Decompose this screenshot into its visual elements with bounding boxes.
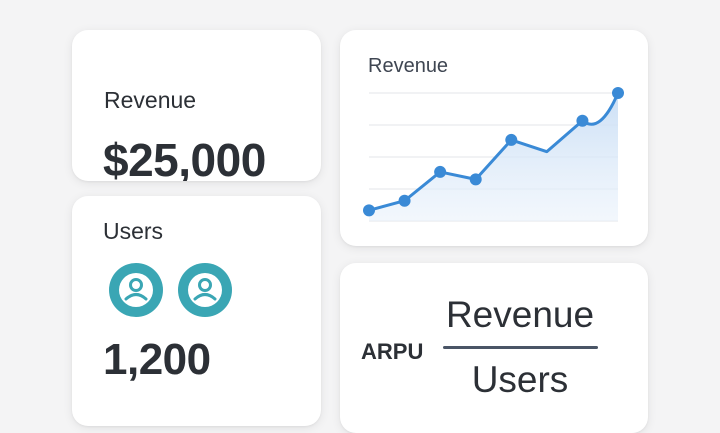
user-avatar-icon [178, 263, 232, 317]
users-label: Users [103, 218, 164, 244]
data-point [576, 114, 589, 127]
revenue-value: $25,000 [103, 134, 266, 181]
data-point [363, 204, 375, 217]
revenue-chart [363, 87, 624, 222]
arpu-denominator: Users [471, 359, 569, 400]
users-card: Users 1,200 [72, 196, 321, 426]
users-value: 1,200 [103, 335, 211, 384]
arpu-numerator: Revenue [445, 294, 595, 335]
data-point [469, 173, 482, 186]
data-point [398, 194, 411, 207]
revenue-label: Revenue [104, 87, 197, 113]
data-point [434, 165, 447, 178]
arpu-label: ARPU [361, 339, 424, 364]
data-point [612, 87, 624, 99]
revenue-chart-card: Revenue [340, 30, 648, 246]
revenue-card: Revenue $25,000 [72, 30, 321, 181]
data-point [505, 133, 518, 146]
arpu-card: ARPU Revenue Users [340, 263, 648, 433]
user-avatar-icon [109, 263, 163, 317]
fraction-bar [443, 346, 598, 349]
